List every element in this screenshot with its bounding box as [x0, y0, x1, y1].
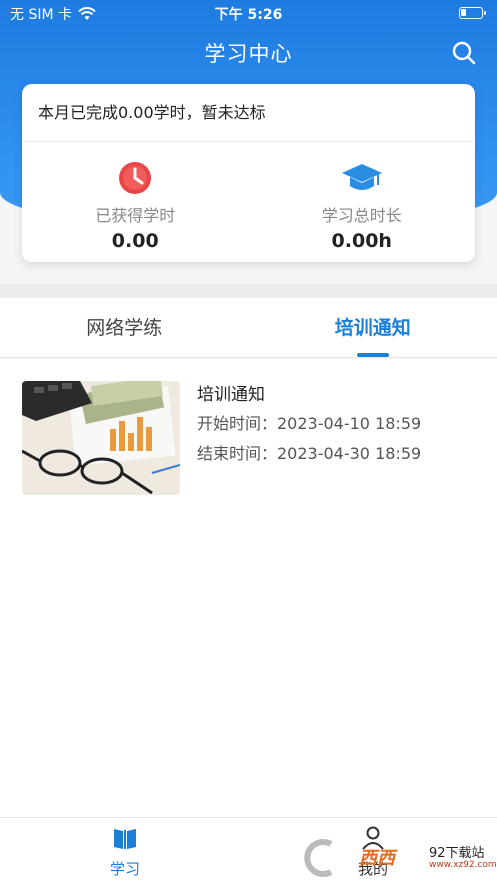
earned-hours-value: 0.00 — [111, 230, 159, 252]
total-duration-label: 学习总时长 — [321, 206, 402, 225]
search-icon[interactable] — [451, 40, 477, 66]
graduation-cap-icon — [341, 164, 382, 190]
list-item[interactable]: 培训通知 开始时间：2023-04-10 18:59 结束时间：2023-04-… — [22, 381, 482, 496]
notice-list: 培训通知 开始时间：2023-04-10 18:59 结束时间：2023-04-… — [0, 359, 497, 817]
book-icon — [114, 829, 136, 849]
active-tab-indicator — [356, 353, 389, 357]
watermark-site-name: 92下载站 — [429, 846, 485, 861]
stats-row: 已获得学时 0.00 学习总时长 0.00h — [22, 142, 475, 262]
notice-end-time: 结束时间：2023-04-30 18:59 — [197, 444, 422, 463]
section-divider — [0, 284, 497, 298]
status-bar: 无 SIM 卡 下午 5:26 — [0, 0, 497, 26]
study-summary-card: 本月已完成0.00学时，暂未达标 已获得学时 0.00 学习总时长 0.00h — [22, 84, 475, 262]
notice-title: 培训通知 — [197, 385, 265, 405]
bottom-nav-study[interactable]: 学习 — [100, 826, 150, 879]
tab-training-notice-label: 培训通知 — [334, 317, 411, 339]
watermark-site-url: www.xz92.com — [429, 860, 497, 870]
watermark-logo-text: 西西 — [359, 848, 395, 869]
watermark: 西西 92下载站 www.xz92.com — [301, 838, 497, 878]
total-duration-value: 0.00h — [331, 230, 392, 252]
notice-info: 培训通知 开始时间：2023-04-10 18:59 结束时间：2023-04-… — [197, 381, 421, 469]
content-tabs: 网络学练 培训通知 — [0, 298, 497, 358]
earned-hours-label: 已获得学时 — [95, 206, 176, 225]
tab-training-notice[interactable]: 培训通知 — [249, 298, 497, 357]
finance-illustration-icon — [22, 381, 180, 495]
monthly-status-text: 本月已完成0.00学时，暂未达标 — [22, 84, 475, 142]
page-title: 学习中心 — [204, 42, 293, 66]
watermark-logo — [304, 839, 333, 877]
earned-hours-stat: 已获得学时 0.00 — [22, 142, 249, 262]
clock-time: 下午 5:26 — [214, 7, 283, 23]
bottom-nav-study-label: 学习 — [109, 860, 140, 878]
battery-icon — [459, 7, 486, 19]
notice-start-time: 开始时间：2023-04-10 18:59 — [197, 414, 422, 433]
clock-icon — [119, 162, 152, 194]
tab-online-practice[interactable]: 网络学练 — [0, 298, 249, 357]
total-duration-stat: 学习总时长 0.00h — [249, 142, 476, 262]
notice-thumbnail — [22, 381, 180, 495]
tab-online-practice-label: 网络学练 — [86, 317, 163, 339]
